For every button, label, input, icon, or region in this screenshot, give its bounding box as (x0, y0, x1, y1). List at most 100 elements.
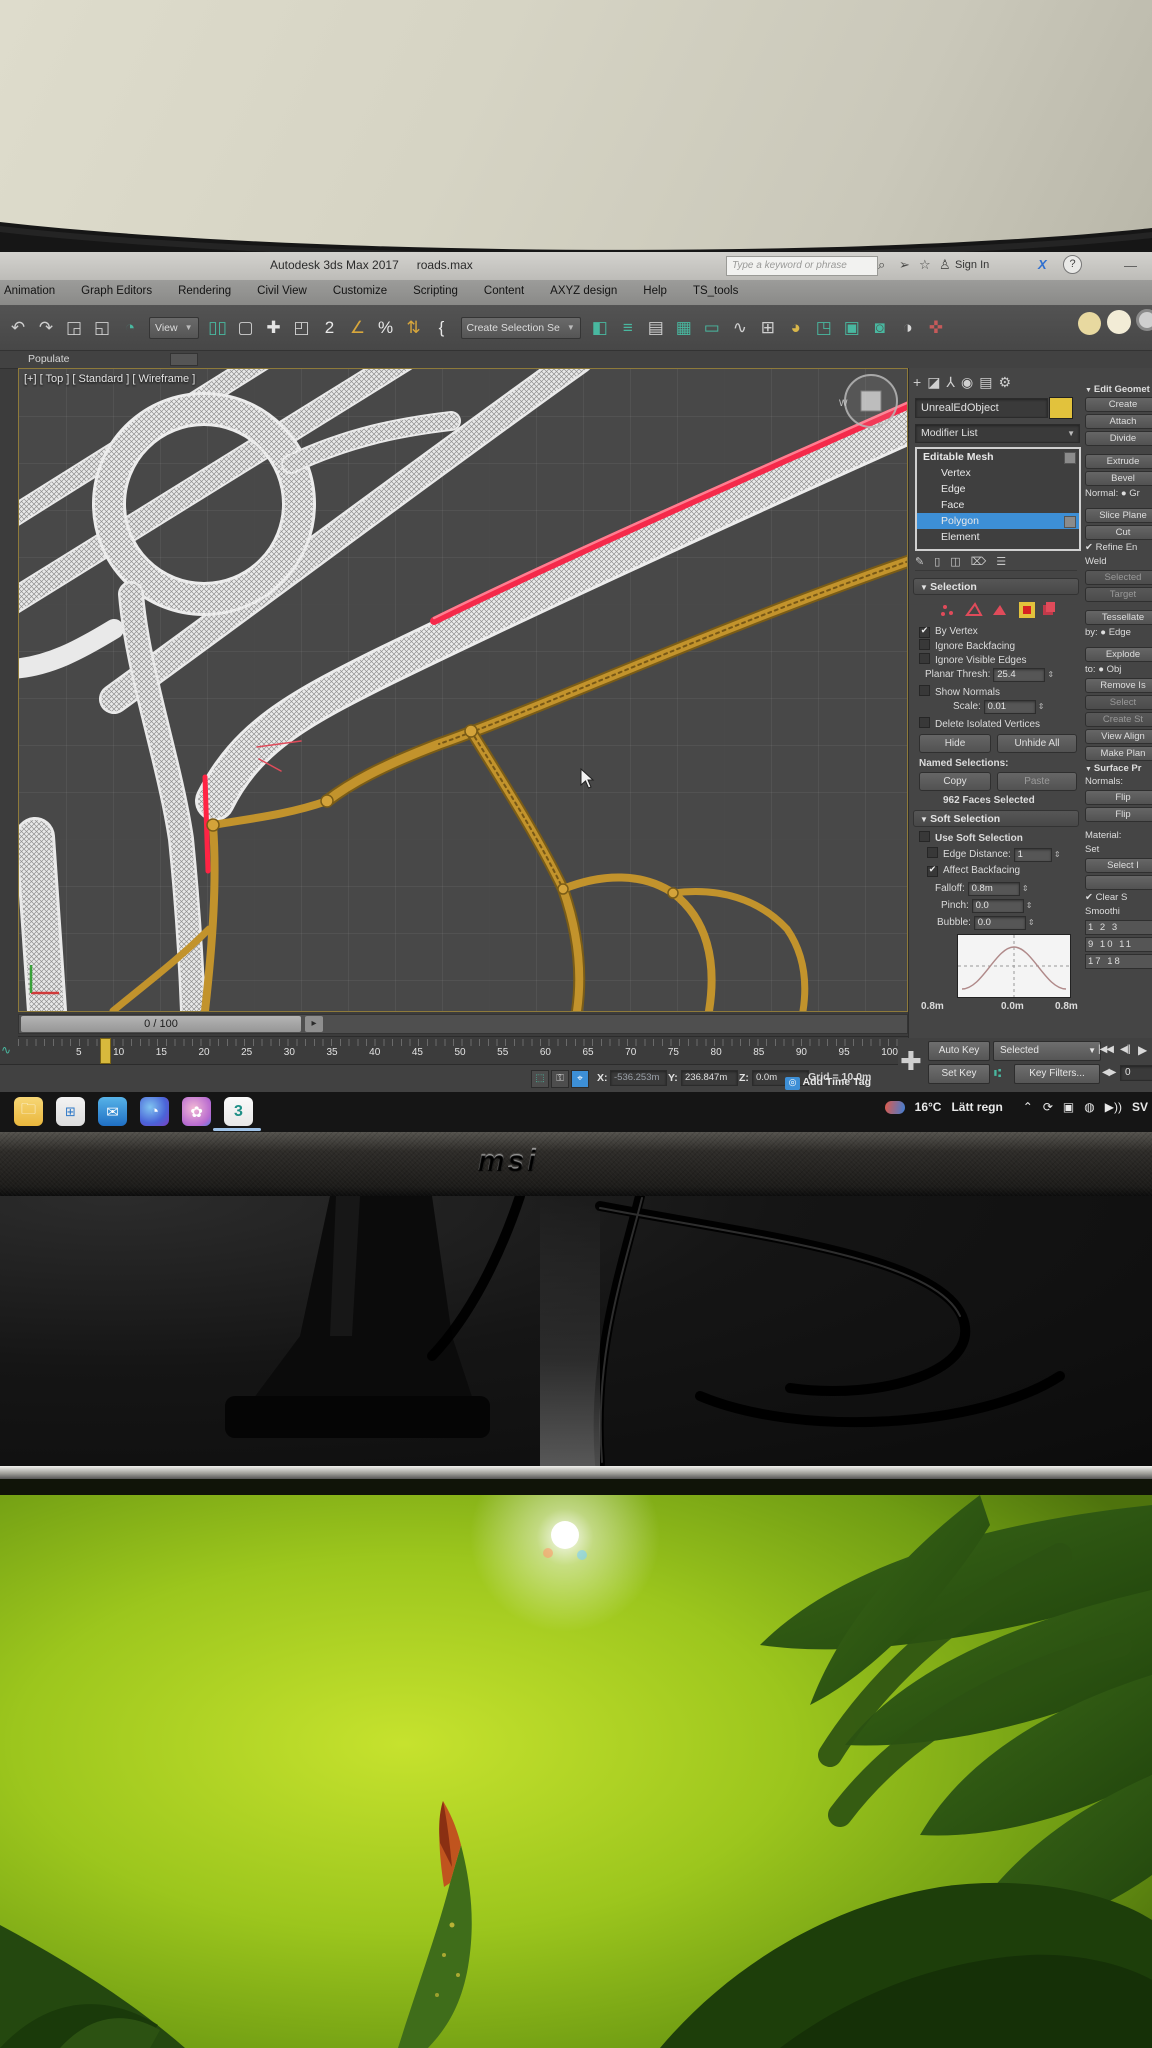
exchange-logo-icon[interactable]: X (1038, 257, 1047, 272)
edit-geometry-item[interactable]: 9 10 11 (1085, 937, 1152, 952)
time-tag-icon[interactable]: ◎ (785, 1077, 800, 1090)
toolbar-icon[interactable]: ▭ (699, 315, 725, 341)
edit-geometry-item[interactable]: Create (1085, 397, 1152, 412)
mini-curve-editor-icon[interactable]: ∿ (1, 1043, 11, 1057)
edit-geometry-item[interactable]: Cut (1085, 525, 1152, 540)
minimize-button[interactable]: — (1124, 258, 1137, 273)
pinch-input[interactable]: 0.0 (972, 899, 1024, 913)
go-to-start-icon[interactable]: |◀◀ (1098, 1044, 1113, 1055)
taskbar-app-icon[interactable]: 3 (224, 1097, 253, 1126)
tray-icon[interactable]: ▶)) (1105, 1100, 1122, 1114)
command-panel-tab-icon[interactable]: ⅄ (946, 374, 955, 391)
edit-geometry-item[interactable] (1085, 604, 1152, 608)
set-key-button[interactable]: Set Key (928, 1064, 990, 1084)
weather-desc[interactable]: Lätt regn (951, 1100, 1002, 1114)
menu-item[interactable]: Rendering (178, 285, 231, 297)
menu-item[interactable]: Content (484, 285, 524, 297)
taskbar-app-icon[interactable]: ✿ (182, 1097, 211, 1126)
edit-geometry-item[interactable] (1085, 824, 1152, 828)
edit-geometry-item[interactable]: ✔ Refine En (1085, 542, 1152, 554)
toolbar-icon[interactable]: ◑ (895, 315, 921, 341)
stack-tool-icon[interactable]: ◫ (950, 555, 960, 568)
taskbar-app-icon[interactable]: ◔ (140, 1097, 169, 1126)
populate-dropdown[interactable] (170, 353, 198, 366)
toolbar-icon[interactable]: ▢ (233, 315, 259, 341)
taskbar-app-icon[interactable]: ✉ (98, 1097, 127, 1126)
weather-icon[interactable] (885, 1101, 905, 1114)
toolbar-icon[interactable]: ∠ (345, 315, 371, 341)
menu-item[interactable]: Customize (333, 285, 387, 297)
prev-frame-icon[interactable]: ◀|| (1120, 1044, 1130, 1055)
language-indicator[interactable]: SV (1132, 1100, 1148, 1114)
key-filter-icon[interactable]: ⑆ (994, 1066, 1001, 1080)
edit-geometry-item[interactable]: Divide (1085, 431, 1152, 446)
toolbar-round-button-1[interactable] (1078, 312, 1101, 335)
edit-geometry-item[interactable]: Smoothi (1085, 906, 1152, 918)
tray-icon[interactable]: ⟳ (1043, 1100, 1053, 1114)
toolbar-icon[interactable]: ▤ (643, 315, 669, 341)
menu-item[interactable]: AXYZ design (550, 285, 617, 297)
taskbar-app-icon[interactable]: ⊞ (56, 1097, 85, 1126)
selection-filter-dropdown[interactable]: View ▼ (149, 317, 199, 339)
ignore-backfacing-checkbox[interactable] (919, 639, 930, 650)
time-slider[interactable]: 0 / 100 (21, 1016, 301, 1032)
edit-geometry-item[interactable]: Make Plan (1085, 746, 1152, 761)
use-soft-selection-checkbox[interactable] (919, 831, 930, 842)
toolbar-icon[interactable]: ≡ (615, 315, 641, 341)
soft-selection-rollout-header[interactable]: Soft Selection (913, 810, 1079, 827)
edit-geometry-item[interactable]: Edit Geomet (1085, 384, 1152, 395)
selection-rollout-header[interactable]: Selection (913, 578, 1079, 595)
track-bar[interactable]: ∿ 51015202530354045505560657075808590951… (18, 1036, 908, 1065)
edge-distance-input[interactable]: 1 (1014, 848, 1052, 862)
edit-geometry-item[interactable]: Flip (1085, 790, 1152, 805)
ignore-visible-edges-checkbox[interactable] (919, 653, 930, 664)
object-name-field[interactable]: UnrealEdObject (915, 398, 1048, 418)
stack-row[interactable]: Editable Mesh (917, 449, 1079, 465)
unhide-all-button[interactable]: Unhide All (997, 734, 1077, 753)
toolbar-icon[interactable]: ◔ (117, 315, 143, 341)
edit-geometry-item[interactable]: Normal: ● Gr (1085, 488, 1152, 500)
time-slider-track[interactable]: 0 / 100 ▸ (18, 1014, 908, 1034)
edit-geometry-item[interactable] (1085, 875, 1152, 890)
transform-coords-icon[interactable]: ⌖ (571, 1070, 589, 1088)
stack-tool-icon[interactable]: ▯ (934, 555, 940, 568)
play-icon[interactable]: ▶ (1138, 1043, 1146, 1057)
toolbar-icon[interactable]: ✚ (261, 315, 287, 341)
search-input[interactable]: Type a keyword or phrase (726, 256, 878, 276)
toolbar-round-button-3[interactable] (1136, 309, 1152, 331)
menu-item[interactable]: Civil View (257, 285, 307, 297)
menu-item[interactable]: TS_tools (693, 285, 738, 297)
key-filters-button[interactable]: Key Filters... (1014, 1064, 1100, 1084)
hide-button[interactable]: Hide (919, 734, 991, 753)
edit-geometry-item[interactable] (1085, 448, 1152, 452)
edit-geometry-item[interactable]: ✔ Clear S (1085, 892, 1152, 904)
edit-geometry-item[interactable] (1085, 502, 1152, 506)
toolbar-icon[interactable]: ↷ (33, 315, 59, 341)
search-icon[interactable]: ⌕ (878, 256, 885, 274)
command-panel-tab-icon[interactable]: + (913, 374, 921, 390)
selection-set-dropdown[interactable]: Selected ▼ (993, 1041, 1101, 1061)
add-time-tag[interactable]: Add Time Tag (803, 1076, 871, 1088)
x-coordinate-field[interactable]: -536.253m (610, 1070, 667, 1086)
toolbar-icon[interactable]: 2 (317, 315, 343, 341)
tray-icon[interactable]: ▣ (1063, 1100, 1074, 1114)
toolbar-icon[interactable]: ∿ (727, 315, 753, 341)
tray-icon[interactable]: ◍ (1084, 1100, 1094, 1114)
delete-isolated-checkbox[interactable] (919, 717, 930, 728)
y-coordinate-field[interactable]: 236.847m (681, 1070, 738, 1086)
toolbar-icon[interactable]: ◱ (89, 315, 115, 341)
toolbar-icon[interactable]: { (429, 315, 455, 341)
toolbar-icon[interactable]: ✜ (923, 315, 949, 341)
current-frame-field[interactable]: 0 (1120, 1065, 1152, 1081)
edit-geometry-item[interactable] (1085, 641, 1152, 645)
stack-tool-icon[interactable]: ✎ (915, 555, 924, 568)
share-icon[interactable]: ➢ (899, 256, 910, 274)
edit-geometry-item[interactable]: Flip (1085, 807, 1152, 822)
edit-geometry-item[interactable]: Surface Pr (1085, 763, 1152, 774)
toolbar-icon[interactable]: ⊞ (755, 315, 781, 341)
falloff-input[interactable]: 0.8m (968, 882, 1020, 896)
viewport-label[interactable]: [+] [ Top ] [ Standard ] [ Wireframe ] (24, 373, 195, 385)
edit-geometry-item[interactable]: Select (1085, 695, 1152, 710)
subobject-toggle-icon[interactable] (1064, 452, 1076, 464)
stack-row[interactable]: Polygon (917, 513, 1079, 529)
